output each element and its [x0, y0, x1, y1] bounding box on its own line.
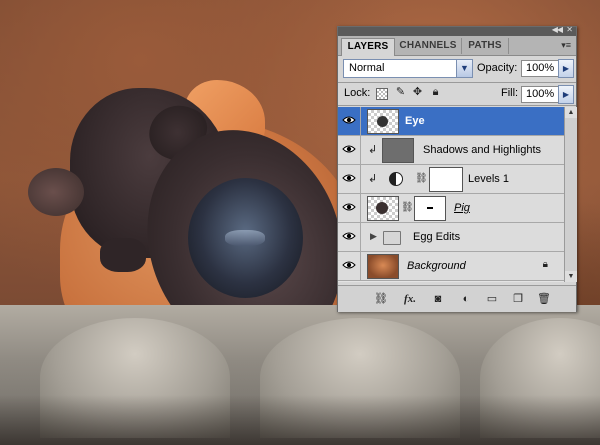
clipping-arrow-icon: ↲	[368, 144, 378, 156]
layers-panel: ◀◀ ✕ LAYERS CHANNELS PATHS ▾≡ Normal ▼ O…	[337, 25, 577, 312]
lock-row: Lock: ✎ ✥ 🔒︎ Fill: 100% ▶	[338, 83, 576, 105]
adjustment-layer-icon[interactable]: ◐	[458, 291, 474, 307]
layer-row-egg-edits[interactable]: ▶ Egg Edits	[338, 223, 564, 252]
pig-snout	[28, 168, 84, 216]
collapse-panel-icon[interactable]: ◀◀	[552, 25, 563, 34]
lock-icon: 🔒︎	[542, 259, 548, 270]
layer-row-shadows-highlights[interactable]: ↲ Shadows and Highlights	[338, 136, 564, 165]
layers-list: Eye ↲ Shadows and Highlights ↲ ⛓ Levels …	[338, 107, 564, 282]
pig-leg	[100, 238, 146, 272]
layer-name[interactable]: Pig	[454, 202, 470, 214]
eye-icon	[342, 145, 356, 153]
eye-icon	[342, 203, 356, 211]
lock-label: Lock:	[344, 87, 371, 99]
blend-mode-select[interactable]: Normal ▼	[343, 59, 473, 78]
lock-all-icon[interactable]: 🔒︎	[429, 86, 442, 99]
close-panel-icon[interactable]: ✕	[566, 25, 573, 34]
chevron-down-icon[interactable]: ▼	[456, 60, 472, 77]
folder-icon	[383, 231, 401, 245]
layer-thumbnail	[367, 196, 399, 221]
fill-slider-arrow-icon[interactable]: ▶	[558, 85, 574, 104]
layer-thumbnail	[367, 109, 399, 134]
blend-mode-value: Normal	[349, 62, 385, 74]
fill-value: 100%	[526, 88, 555, 100]
adjustment-layer-icon	[389, 172, 403, 186]
layer-row-levels-1[interactable]: ↲ ⛓ Levels 1	[338, 165, 564, 194]
layer-row-pig[interactable]: ⛓ Pig	[338, 194, 564, 223]
opacity-label: Opacity:	[477, 62, 518, 74]
tab-paths[interactable]: PATHS	[462, 38, 509, 54]
layer-name[interactable]: Egg Edits	[413, 231, 460, 243]
visibility-toggle[interactable]	[338, 107, 361, 135]
visibility-toggle[interactable]	[338, 136, 361, 164]
eye-icon	[342, 261, 356, 269]
scroll-up-icon[interactable]: ▲	[565, 107, 577, 118]
eye-reflection	[225, 230, 265, 246]
panel-menu-icon[interactable]: ▾≡	[561, 40, 571, 51]
new-group-icon[interactable]: ▭	[484, 291, 500, 307]
carton-shadow	[0, 395, 600, 445]
fx-icon[interactable]: fx.	[402, 291, 418, 307]
trash-icon[interactable]: 🗑︎	[536, 291, 552, 307]
expand-group-icon[interactable]: ▶	[370, 231, 377, 242]
layer-row-background[interactable]: Background 🔒︎	[338, 252, 564, 281]
link-icon: ⛓	[401, 202, 414, 213]
layer-mask-icon[interactable]: ◙	[430, 291, 446, 307]
layer-mask-thumbnail[interactable]	[414, 196, 446, 221]
opacity-slider-arrow-icon[interactable]: ▶	[558, 59, 574, 78]
visibility-toggle[interactable]	[338, 165, 361, 193]
scroll-down-icon[interactable]: ▼	[565, 271, 577, 282]
layers-scrollbar[interactable]: ▲ ▼	[564, 107, 577, 282]
opacity-field[interactable]: 100%	[521, 60, 559, 77]
opacity-value: 100%	[526, 62, 555, 74]
eye-icon	[342, 116, 356, 124]
panel-bottom-toolbar: ⛓ fx. ◙ ◐ ▭ ❐ 🗑︎	[338, 285, 576, 312]
link-icon: ⛓	[415, 173, 428, 184]
visibility-toggle[interactable]	[338, 252, 361, 280]
lock-brush-icon[interactable]: ✎	[394, 86, 407, 99]
new-layer-icon[interactable]: ❐	[510, 291, 526, 307]
tab-channels[interactable]: CHANNELS	[395, 38, 462, 54]
eye-icon	[342, 232, 356, 240]
visibility-toggle[interactable]	[338, 194, 361, 222]
blend-row: Normal ▼ Opacity: 100% ▶	[338, 56, 576, 81]
layer-row-eye[interactable]: Eye	[338, 107, 564, 136]
eye-icon	[342, 174, 356, 182]
layer-thumbnail	[382, 138, 414, 163]
layer-mask-thumbnail[interactable]	[429, 167, 463, 192]
fill-label: Fill:	[501, 87, 519, 99]
layer-name[interactable]: Shadows and Highlights	[423, 144, 541, 156]
tab-layers[interactable]: LAYERS	[341, 38, 395, 56]
divider	[338, 105, 576, 106]
layer-name[interactable]: Background	[407, 260, 466, 272]
layer-name[interactable]: Eye	[405, 115, 425, 127]
link-layers-icon[interactable]: ⛓	[373, 291, 389, 307]
panel-title-bar[interactable]: ◀◀ ✕	[338, 25, 576, 36]
panel-tabs: LAYERS CHANNELS PATHS ▾≡	[338, 36, 576, 56]
visibility-toggle[interactable]	[338, 223, 361, 251]
clipping-arrow-icon: ↲	[368, 173, 378, 185]
layer-name[interactable]: Levels 1	[468, 173, 509, 185]
layer-thumbnail	[367, 254, 399, 279]
lock-transparency-icon[interactable]	[376, 88, 388, 100]
lock-move-icon[interactable]: ✥	[411, 86, 424, 99]
fill-field[interactable]: 100%	[521, 86, 559, 103]
